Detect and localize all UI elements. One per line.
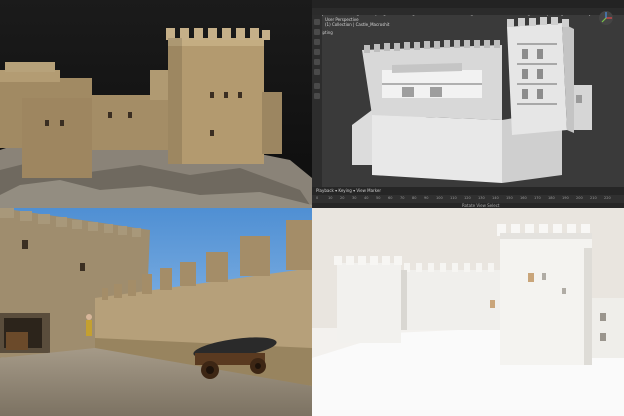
tick-150: 150 bbox=[506, 196, 513, 200]
image-grid: Layout Modeling Sculpting UV Editing Tex… bbox=[0, 0, 624, 416]
panel-printed-model bbox=[312, 208, 624, 416]
viewport-header[interactable] bbox=[312, 8, 624, 15]
tick-50: 50 bbox=[376, 196, 381, 200]
panel-wall-walk-render bbox=[0, 208, 312, 416]
tick-90: 90 bbox=[424, 196, 429, 200]
tick-100: 100 bbox=[436, 196, 443, 200]
timeline-scrubber[interactable]: 0 10 20 30 40 50 60 70 80 90 100 110 120… bbox=[312, 195, 624, 203]
tick-200: 200 bbox=[576, 196, 583, 200]
tick-170: 170 bbox=[534, 196, 541, 200]
tick-30: 30 bbox=[352, 196, 357, 200]
tick-80: 80 bbox=[412, 196, 417, 200]
tick-140: 140 bbox=[492, 196, 499, 200]
tick-60: 60 bbox=[388, 196, 393, 200]
tick-160: 160 bbox=[520, 196, 527, 200]
timeline-controls[interactable]: Playback ▾ Keying ▾ View Marker bbox=[316, 188, 381, 193]
panel-scan-model bbox=[0, 0, 312, 208]
timeline-area: Playback ▾ Keying ▾ View Marker 0 10 20 … bbox=[312, 187, 624, 208]
tick-0: 0 bbox=[316, 196, 319, 200]
tick-210: 210 bbox=[590, 196, 597, 200]
tick-120: 120 bbox=[464, 196, 471, 200]
tick-20: 20 bbox=[340, 196, 345, 200]
tick-130: 130 bbox=[478, 196, 485, 200]
castle-cutaway-model bbox=[352, 17, 592, 183]
castle-scan-illustration bbox=[0, 28, 312, 208]
wall-walk-scene bbox=[0, 208, 312, 416]
tick-110: 110 bbox=[450, 196, 457, 200]
panel-blender-viewport: Layout Modeling Sculpting UV Editing Tex… bbox=[312, 0, 624, 208]
tick-10: 10 bbox=[328, 196, 333, 200]
tick-220: 220 bbox=[604, 196, 611, 200]
printed-castle-photo bbox=[312, 208, 624, 416]
tick-180: 180 bbox=[548, 196, 555, 200]
tick-190: 190 bbox=[562, 196, 569, 200]
tick-70: 70 bbox=[400, 196, 405, 200]
tick-40: 40 bbox=[364, 196, 369, 200]
